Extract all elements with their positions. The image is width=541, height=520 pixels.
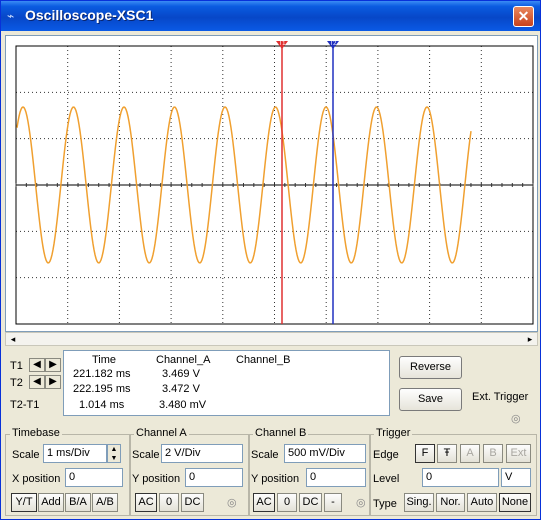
- trigger-level-unit[interactable]: V: [501, 468, 531, 487]
- add-mode-button[interactable]: Add: [38, 493, 64, 512]
- channel-b-title: Channel B: [253, 427, 309, 439]
- ab-mode-button[interactable]: A/B: [92, 493, 118, 512]
- scroll-right-icon[interactable]: ▸: [523, 333, 537, 345]
- t2-label: T2: [10, 377, 23, 389]
- t1-left-arrow-icon[interactable]: ◀: [29, 358, 45, 372]
- channel-b-ypos-field[interactable]: 0: [306, 468, 366, 487]
- channel-b-terminal-icon[interactable]: ◎: [356, 496, 366, 509]
- channel-b-zero-button[interactable]: 0: [277, 493, 297, 512]
- trigger-single-button[interactable]: Sing.: [404, 493, 434, 512]
- channel-a-zero-button[interactable]: 0: [159, 493, 179, 512]
- t1-channel-a: 3.469 V: [162, 368, 200, 380]
- t1-label: T1: [10, 360, 23, 372]
- header-time: Time: [92, 354, 117, 366]
- x-position-field[interactable]: 0: [65, 468, 123, 487]
- t2-time: 222.195 ms: [73, 383, 131, 395]
- channel-a-title: Channel A: [134, 427, 189, 439]
- oscilloscope-icon: ⌁: [7, 9, 15, 23]
- t2-left-arrow-icon[interactable]: ◀: [29, 375, 45, 389]
- yt-mode-button[interactable]: Y/T: [11, 493, 37, 512]
- measurement-readout: Time Channel_A Channel_B 221.182 ms 3.46…: [63, 350, 390, 416]
- window-title: Oscilloscope-XSC1: [25, 7, 154, 23]
- channel-b-dc-button[interactable]: DC: [299, 493, 322, 512]
- header-channel-b: Channel_B: [236, 354, 291, 366]
- t2-right-arrow-icon[interactable]: ▶: [45, 375, 61, 389]
- timebase-scale-spinner[interactable]: ▲ ▼: [107, 444, 121, 463]
- timebase-scale-field[interactable]: 1 ms/Div: [43, 444, 107, 463]
- trigger-level-field[interactable]: 0: [422, 468, 499, 487]
- rising-edge-button[interactable]: F: [415, 444, 435, 463]
- x-position-label: X position: [12, 473, 61, 485]
- t1-right-arrow-icon[interactable]: ▶: [45, 358, 61, 372]
- title-bar[interactable]: ⌁ Oscilloscope-XSC1 ✕: [1, 1, 540, 31]
- channel-a-scale-label: Scale: [132, 449, 160, 461]
- scope-display: T1 T2: [5, 35, 538, 332]
- channel-a-ypos-label: Y position: [132, 473, 181, 485]
- ext-trigger-terminal-icon[interactable]: ◎: [511, 412, 521, 425]
- t2-t1-label: T2-T1: [10, 399, 40, 411]
- header-channel-a: Channel_A: [156, 354, 211, 366]
- trigger-source-b-button[interactable]: B: [483, 444, 503, 463]
- channel-a-terminal-icon[interactable]: ◎: [227, 496, 237, 509]
- delta-channel-a: 3.480 mV: [159, 399, 207, 411]
- ba-mode-button[interactable]: B/A: [65, 493, 91, 512]
- channel-a-scale-field[interactable]: 2 V/Div: [161, 444, 243, 463]
- close-button[interactable]: ✕: [513, 6, 534, 27]
- save-button[interactable]: Save: [399, 388, 462, 411]
- timebase-title: Timebase: [10, 427, 62, 439]
- channel-b-invert-button[interactable]: -: [324, 493, 342, 512]
- scroll-left-icon[interactable]: ◂: [6, 333, 20, 345]
- trigger-type-label: Type: [373, 498, 397, 510]
- timebase-scale-label: Scale: [12, 449, 40, 461]
- channel-b-ac-button[interactable]: AC: [253, 493, 275, 512]
- trigger-source-a-button[interactable]: A: [460, 444, 480, 463]
- trigger-none-button[interactable]: None: [499, 493, 531, 512]
- channel-a-ac-button[interactable]: AC: [135, 493, 157, 512]
- channel-a-dc-button[interactable]: DC: [181, 493, 204, 512]
- trigger-edge-label: Edge: [373, 449, 399, 461]
- channel-b-scale-label: Scale: [251, 449, 279, 461]
- cursor-t1-label: T1: [278, 41, 286, 47]
- trigger-level-label: Level: [373, 473, 400, 485]
- oscilloscope-window: ⌁ Oscilloscope-XSC1 ✕ T1 T2 ◂ ▸ T1 ◀ ▶ T…: [0, 0, 541, 520]
- trigger-normal-button[interactable]: Nor.: [436, 493, 465, 512]
- trigger-auto-button[interactable]: Auto: [467, 493, 497, 512]
- channel-b-ypos-label: Y position: [251, 473, 300, 485]
- reverse-button[interactable]: Reverse: [399, 356, 462, 379]
- trigger-title: Trigger: [374, 427, 413, 439]
- horizontal-scrollbar[interactable]: ◂ ▸: [5, 332, 538, 346]
- ext-trigger-label: Ext. Trigger: [472, 391, 529, 403]
- delta-time: 1.014 ms: [79, 399, 125, 411]
- cursor-t2-label: T2: [329, 41, 337, 47]
- scope-grid: T1 T2: [15, 41, 534, 325]
- trigger-source-ext-button[interactable]: Ext: [506, 444, 531, 463]
- falling-edge-button[interactable]: Ŧ: [437, 444, 457, 463]
- channel-a-ypos-field[interactable]: 0: [185, 468, 243, 487]
- t1-time: 221.182 ms: [73, 368, 131, 380]
- t2-channel-a: 3.472 V: [162, 383, 200, 395]
- channel-b-scale-field[interactable]: 500 mV/Div: [284, 444, 366, 463]
